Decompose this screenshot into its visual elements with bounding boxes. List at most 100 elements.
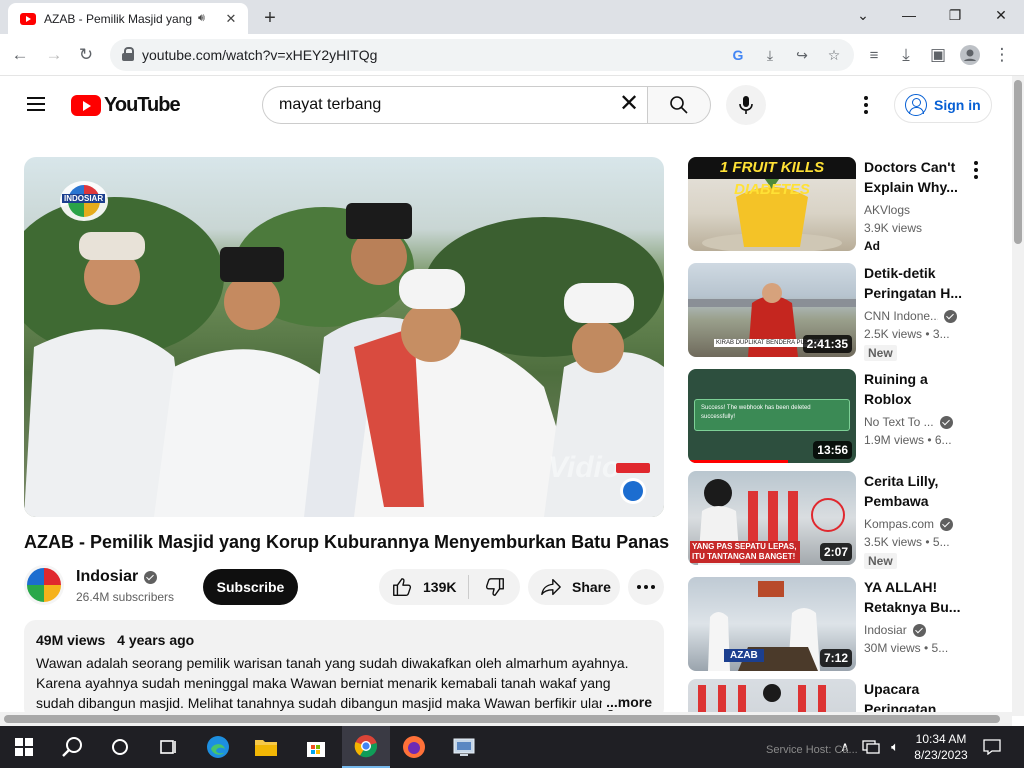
page-vertical-scrollbar[interactable] bbox=[1012, 76, 1024, 716]
recommendation-channel[interactable]: Indosiar bbox=[864, 623, 960, 637]
recommendation-title[interactable]: Cerita Lilly, Pembawa Bak... bbox=[864, 471, 968, 511]
volume-icon[interactable]: 🔈︎ bbox=[884, 726, 906, 768]
tab-search-icon[interactable]: ⌄ bbox=[840, 0, 886, 30]
tab-title: AZAB - Pemilik Masjid yang Korup Kuburan… bbox=[44, 11, 194, 26]
chrome-menu-icon[interactable]: ⋮ bbox=[990, 43, 1014, 67]
share-page-icon[interactable]: ↪ bbox=[792, 45, 812, 65]
recommendation-item[interactable]: AZAB 7:12 YA ALLAH! Retaknya Bu... Indos… bbox=[688, 577, 994, 671]
recommendation-thumbnail[interactable]: 1 FRUIT KILLS DIABETES bbox=[688, 157, 856, 251]
notifications-icon[interactable] bbox=[978, 726, 1006, 768]
recommendation-item[interactable]: Success! The webhook has been deleted su… bbox=[688, 369, 994, 463]
settings-kebab-icon[interactable] bbox=[854, 93, 878, 117]
browser-tab-strip: AZAB - Pemilik Masjid yang Korup Kuburan… bbox=[0, 0, 1024, 34]
verified-check-icon bbox=[912, 623, 926, 637]
page-horizontal-scrollbar[interactable] bbox=[0, 712, 1012, 726]
windows-start-icon[interactable] bbox=[0, 726, 48, 768]
clear-search-icon[interactable]: ✕ bbox=[616, 92, 642, 118]
sign-in-button[interactable]: Sign in bbox=[894, 87, 992, 123]
recommendation-thumbnail[interactable]: KIRAB DUPLIKAT BENDERA PUSAKA 2:41:35 bbox=[688, 263, 856, 357]
media-controls-icon[interactable]: ≡ bbox=[862, 43, 886, 67]
close-window-button[interactable]: ✕ bbox=[978, 0, 1024, 30]
recommendation-channel[interactable]: AKVlogs bbox=[864, 203, 960, 217]
recommendation-item[interactable]: KIRAB DUPLIKAT BENDERA PUSAKA 2:41:35 De… bbox=[688, 263, 994, 361]
recommendation-title[interactable]: Doctors Can't Explain Why... bbox=[864, 157, 968, 197]
share-arrow-icon bbox=[541, 578, 561, 596]
share-label: Share bbox=[572, 579, 611, 595]
chrome-taskbar-icon[interactable] bbox=[342, 726, 390, 768]
network-icon[interactable] bbox=[858, 726, 884, 768]
voice-search-button[interactable] bbox=[726, 85, 766, 125]
video-player[interactable]: INDOSIAR Vidio bbox=[24, 157, 664, 517]
subscriber-count: 26.4M subscribers bbox=[76, 590, 175, 604]
search-input[interactable]: mayat terbang ✕ bbox=[262, 86, 648, 124]
recommendation-meta: 1.9M views • 6... bbox=[864, 433, 952, 447]
recommendation-thumbnail[interactable]: Success! The webhook has been deleted su… bbox=[688, 369, 856, 463]
sign-in-label: Sign in bbox=[934, 97, 981, 113]
firefox-icon[interactable] bbox=[390, 726, 438, 768]
task-view-icon[interactable] bbox=[144, 726, 192, 768]
back-arrow-icon[interactable]: ← bbox=[8, 43, 32, 67]
install-app-icon[interactable]: ⤓ bbox=[760, 45, 780, 65]
more-actions-button[interactable] bbox=[628, 569, 664, 605]
cortana-icon[interactable] bbox=[96, 726, 144, 768]
new-tab-button[interactable]: + bbox=[258, 6, 282, 30]
close-tab-icon[interactable]: ✕ bbox=[222, 10, 240, 28]
edge-icon[interactable] bbox=[194, 726, 242, 768]
microsoft-store-icon[interactable] bbox=[292, 726, 340, 768]
browser-tab[interactable]: AZAB - Pemilik Masjid yang Korup Kuburan… bbox=[8, 3, 248, 34]
like-button[interactable]: 139K bbox=[379, 569, 468, 605]
recommendation-item[interactable]: YANG PAS SEPATU LEPAS, ITU TANTANGAN BAN… bbox=[688, 471, 994, 569]
recommendation-title[interactable]: YA ALLAH! Retaknya Bu... bbox=[864, 577, 968, 617]
recommendation-thumbnail[interactable]: AZAB 7:12 bbox=[688, 577, 856, 671]
thumbs-up-icon bbox=[393, 578, 412, 596]
control-panel-icon[interactable] bbox=[440, 726, 488, 768]
search-query[interactable]: mayat terbang bbox=[279, 96, 381, 114]
recommendation-title[interactable]: Upacara Peringatan bbox=[864, 679, 968, 712]
recommendation-item[interactable]: Upacara Peringatan bbox=[688, 679, 994, 712]
forward-arrow-icon[interactable]: → bbox=[42, 43, 66, 67]
profile-avatar-icon[interactable] bbox=[958, 43, 982, 67]
vidio-watermark: Vidio bbox=[548, 451, 621, 484]
reload-icon[interactable]: ↻ bbox=[74, 43, 98, 67]
recommendation-channel[interactable]: Kompas.com bbox=[864, 517, 960, 531]
lock-icon[interactable] bbox=[122, 47, 134, 61]
upload-age: 4 years ago bbox=[117, 632, 195, 648]
downloads-icon[interactable]: ⤓ bbox=[894, 43, 918, 67]
taskbar-search-icon[interactable] bbox=[48, 726, 96, 768]
subscribe-button[interactable]: Subscribe bbox=[203, 569, 298, 605]
guide-menu-icon[interactable] bbox=[27, 97, 45, 111]
file-explorer-icon[interactable] bbox=[242, 726, 290, 768]
description-box[interactable]: 49M views 4 years ago Wawan adalah seora… bbox=[24, 620, 664, 720]
minimize-button[interactable]: — bbox=[886, 0, 932, 30]
bookmark-star-icon[interactable]: ☆ bbox=[824, 45, 844, 65]
channel-name[interactable]: Indosiar bbox=[76, 568, 158, 586]
url-text[interactable]: youtube.com/watch?v=xHEY2yHITQg bbox=[142, 47, 377, 63]
horizontal-scrollbar-thumb[interactable] bbox=[4, 715, 1000, 723]
recommendation-meta: 2.5K views • 3... bbox=[864, 327, 950, 341]
vertical-scrollbar-thumb[interactable] bbox=[1014, 80, 1022, 244]
youtube-favicon-icon bbox=[20, 12, 36, 25]
search-button[interactable] bbox=[647, 86, 711, 124]
side-panel-icon[interactable]: ▣ bbox=[926, 43, 950, 67]
view-count: 49M views bbox=[36, 632, 106, 648]
audio-playing-icon[interactable]: 🔊︎ bbox=[198, 12, 205, 25]
address-bar[interactable]: youtube.com/watch?v=xHEY2yHITQg G ⤓ ↪ ☆ bbox=[110, 39, 854, 71]
share-button[interactable]: Share bbox=[528, 569, 620, 605]
recommendation-item[interactable]: 1 FRUIT KILLS DIABETES Doctors Can't Exp… bbox=[688, 157, 994, 253]
recommendation-thumbnail[interactable]: YANG PAS SEPATU LEPAS, ITU TANTANGAN BAN… bbox=[688, 471, 856, 565]
subscribe-watermark-icon[interactable] bbox=[616, 463, 650, 505]
recommendation-channel[interactable]: CNN Indone... bbox=[864, 309, 960, 323]
recommendation-thumbnail[interactable] bbox=[688, 679, 856, 712]
dislike-button[interactable] bbox=[469, 569, 520, 605]
recommendation-channel[interactable]: No Text To ... bbox=[864, 415, 960, 429]
recommendation-title[interactable]: Ruining a Roblox Discor... bbox=[864, 369, 968, 409]
recommendation-title[interactable]: Detik-detik Peringatan H... bbox=[864, 263, 968, 303]
description-more-link[interactable]: ...more bbox=[602, 694, 652, 710]
recommendation-menu-icon[interactable] bbox=[974, 161, 978, 182]
channel-avatar[interactable] bbox=[24, 565, 64, 605]
system-clock[interactable]: 10:34 AM 8/23/2023 bbox=[906, 731, 976, 763]
channel-name-text[interactable]: Indosiar bbox=[76, 568, 138, 586]
google-translate-icon[interactable]: G bbox=[728, 45, 748, 65]
restore-button[interactable]: ❐ bbox=[932, 0, 978, 30]
youtube-logo[interactable]: YouTube bbox=[71, 94, 181, 117]
